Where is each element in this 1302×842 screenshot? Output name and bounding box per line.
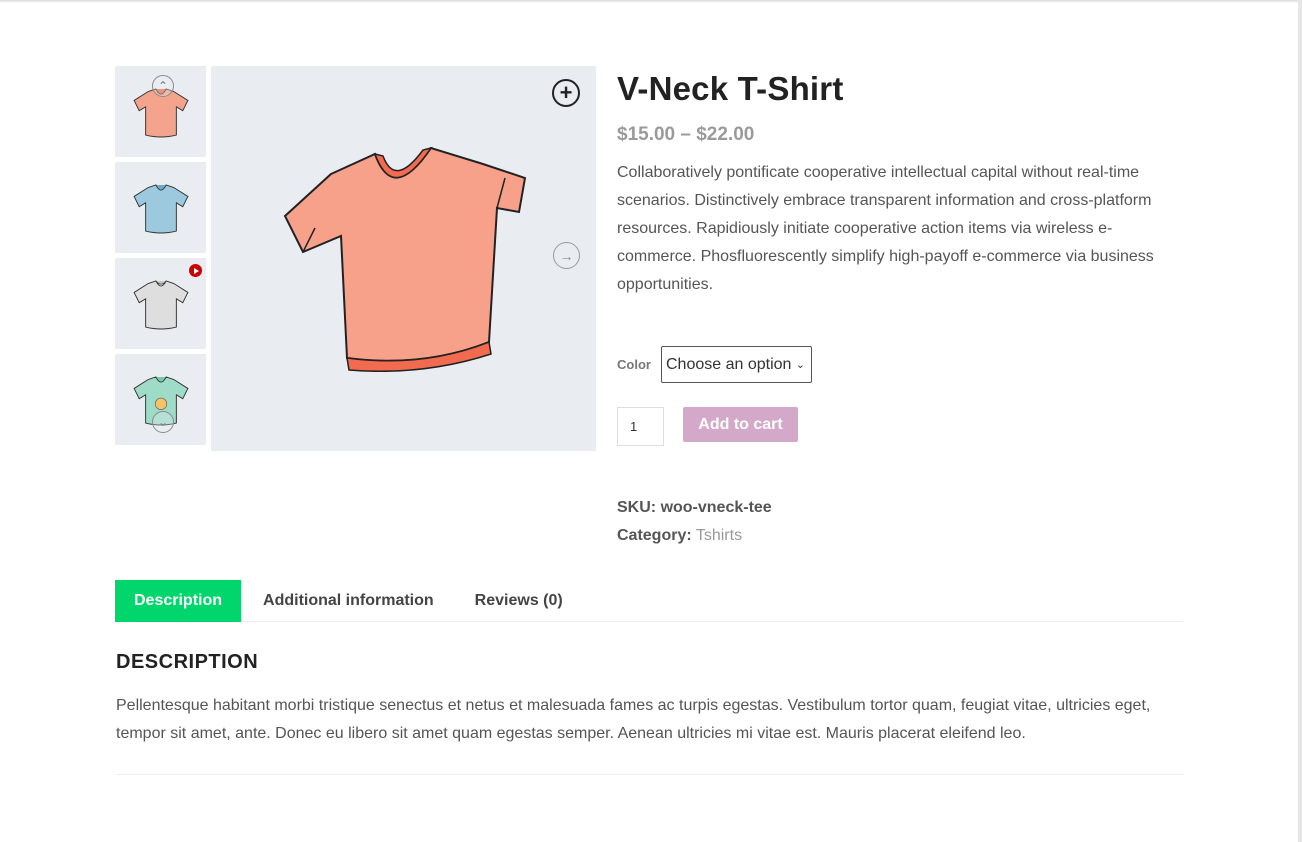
chevron-down-icon: ⌄ — [795, 359, 805, 371]
product-tabs: Description Additional information Revie… — [115, 580, 1183, 622]
tab-reviews[interactable]: Reviews (0) — [475, 580, 563, 622]
tab-additional-information[interactable]: Additional information — [263, 580, 434, 622]
tshirt-blue-image — [132, 183, 189, 233]
product-title: V-Neck T-Shirt — [617, 70, 844, 107]
chevron-down-icon[interactable]: ⌄ — [152, 411, 174, 433]
tshirt-gray-image — [132, 279, 189, 329]
tshirt-main-image — [283, 146, 527, 372]
thumbnail-gray-shirt-video[interactable] — [115, 258, 206, 349]
zoom-in-icon[interactable]: + — [552, 79, 580, 107]
play-icon — [189, 264, 202, 277]
variation-row: Color Choose an option ⌄ — [617, 346, 812, 383]
category-row: Category: Tshirts — [617, 522, 772, 550]
product-price: $15.00 – $22.00 — [617, 124, 755, 145]
product-summary: V-Neck T-Shirt $15.00 – $22.00 Collabora… — [617, 66, 1187, 299]
top-shadow — [0, 0, 1302, 3]
add-to-cart-button[interactable]: Add to cart — [683, 407, 798, 442]
category-label: Category: — [617, 527, 692, 544]
main-product-image[interactable]: + → — [211, 66, 596, 451]
sku-row: SKU: woo-vneck-tee — [617, 494, 772, 522]
thumbnail-strip: ⌃ ⌄ — [115, 66, 206, 450]
sku-label: SKU: — [617, 499, 657, 516]
arrow-right-icon[interactable]: → — [553, 242, 580, 269]
tab-description[interactable]: Description — [115, 580, 242, 622]
description-text: Pellentesque habitant morbi tristique se… — [116, 697, 1151, 742]
color-select[interactable]: Choose an option ⌄ — [661, 346, 812, 383]
thumbnail-blue-shirt[interactable] — [115, 162, 206, 253]
product-short-description: Collaboratively pontificate cooperative … — [617, 164, 1154, 293]
description-heading: DESCRIPTION — [116, 651, 259, 673]
scrollbar[interactable] — [1298, 0, 1302, 842]
sku-value: woo-vneck-tee — [660, 499, 772, 516]
quantity-input[interactable]: 1 — [617, 407, 664, 446]
divider — [116, 774, 1184, 775]
color-label: Color — [617, 357, 651, 372]
product-meta: SKU: woo-vneck-tee Category: Tshirts — [617, 494, 772, 550]
color-select-value: Choose an option — [666, 355, 792, 373]
chevron-up-icon[interactable]: ⌃ — [152, 75, 174, 97]
category-link[interactable]: Tshirts — [696, 527, 742, 544]
